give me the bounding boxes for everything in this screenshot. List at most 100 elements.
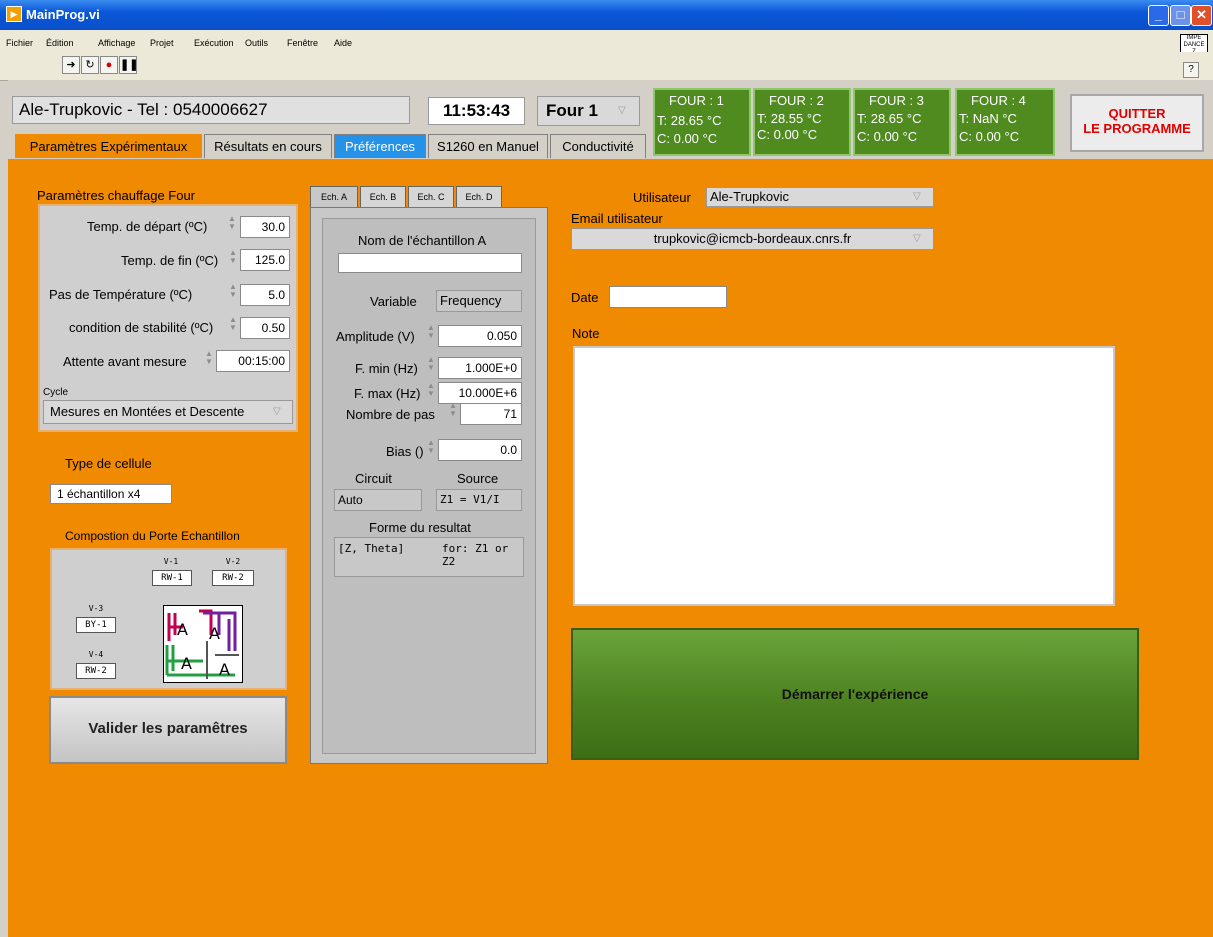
date-input[interactable]	[609, 286, 727, 308]
attente-input[interactable]: 00:15:00	[216, 350, 290, 372]
four-select-value: Four 1	[546, 101, 598, 120]
variable-label: Variable	[370, 294, 417, 309]
fmax-label: F. max (Hz)	[354, 386, 421, 401]
email-label: Email utilisateur	[571, 211, 663, 226]
run-continuously-icon[interactable]: ↻	[81, 56, 99, 74]
help-icon[interactable]: ?	[1183, 62, 1199, 78]
utilisateur-value: Ale-Trupkovic	[710, 189, 789, 204]
rw2b-box: RW-2	[76, 663, 116, 679]
tab-ech-d[interactable]: Ech. D	[456, 186, 502, 208]
forme-label: Forme du resultat	[369, 520, 471, 535]
tab-s1260-manuel[interactable]: S1260 en Manuel	[428, 134, 548, 158]
bias-input[interactable]: 0.0	[438, 439, 522, 461]
note-textarea[interactable]	[573, 346, 1115, 606]
increment-icon[interactable]: ▲ ▼	[449, 402, 457, 420]
menu-edition[interactable]: Édition	[46, 38, 74, 48]
v4-label: V-4	[88, 650, 104, 659]
menu-aide[interactable]: Aide	[334, 38, 352, 48]
tab-parametres-experimentaux[interactable]: Paramètres Expérimentaux	[15, 134, 202, 158]
demarrer-button[interactable]: Démarrer l'expérience	[571, 628, 1139, 760]
sample-holder-diagram-icon: A A A A	[163, 605, 243, 683]
abort-icon[interactable]: ●	[100, 56, 118, 74]
menu-fenetre[interactable]: Fenêtre	[287, 38, 318, 48]
nombre-pas-input[interactable]: 71	[460, 403, 522, 425]
circuit-label: Circuit	[355, 471, 392, 486]
stabilite-label: condition de stabilité (ºC)	[69, 320, 214, 335]
v1-label: V-1	[163, 557, 179, 566]
pas-temperature-label: Pas de Température (ºC)	[49, 287, 193, 302]
increment-icon[interactable]: ▲ ▼	[427, 439, 435, 457]
menu-execution[interactable]: Exécution	[194, 38, 234, 48]
four-status-4: FOUR : 4 T: NaN °C C: 0.00 °C	[955, 88, 1055, 156]
attente-label: Attente avant mesure	[63, 354, 187, 369]
window-title: MainProg.vi	[26, 7, 100, 22]
source-display: Z1 = V1/I	[436, 489, 522, 511]
temp-fin-label: Temp. de fin (ºC)	[121, 253, 219, 268]
four-status-2: FOUR : 2 T: 28.55 °C C: 0.00 °C	[753, 88, 851, 156]
v3-label: V-3	[88, 604, 104, 613]
menu-fichier[interactable]: Fichier	[6, 38, 33, 48]
chevron-down-icon: ▽	[913, 191, 921, 202]
cycle-label: Cycle	[43, 387, 69, 398]
tab-conductivite[interactable]: Conductivité	[550, 134, 646, 158]
increment-icon[interactable]: ▲ ▼	[229, 316, 237, 334]
amplitude-input[interactable]: 0.050	[438, 325, 522, 347]
tab-ech-b[interactable]: Ech. B	[360, 186, 406, 208]
tab-resultats-en-cours[interactable]: Résultats en cours	[204, 134, 332, 158]
increment-icon[interactable]: ▲ ▼	[427, 382, 435, 400]
menu-projet[interactable]: Projet	[150, 38, 174, 48]
four-conductivity: C: 0.00 °C	[657, 131, 718, 146]
quit-label-line2: LE PROGRAMME	[1083, 121, 1191, 136]
fmin-label: F. min (Hz)	[355, 361, 418, 376]
increment-icon[interactable]: ▲ ▼	[229, 249, 237, 267]
bias-label: Bias ()	[386, 444, 424, 459]
increment-icon[interactable]: ▲ ▼	[427, 356, 435, 374]
increment-icon[interactable]: ▲ ▼	[228, 215, 236, 233]
amplitude-label: Amplitude (V)	[336, 329, 415, 344]
tab-ech-a[interactable]: Ech. A	[310, 186, 358, 208]
temp-depart-input[interactable]: 30.0	[240, 216, 290, 238]
email-select[interactable]: trupkovic@icmcb-bordeaux.cnrs.fr ▽	[571, 228, 934, 250]
run-icon[interactable]: ➜	[62, 56, 80, 74]
fmin-input[interactable]: 1.000E+0	[438, 357, 522, 379]
v2-label: V-2	[225, 557, 241, 566]
quit-button[interactable]: QUITTER LE PROGRAMME	[1070, 94, 1204, 152]
variable-display: Frequency	[436, 290, 522, 312]
increment-icon[interactable]: ▲ ▼	[229, 283, 237, 301]
menu-affichage[interactable]: Affichage	[98, 38, 135, 48]
nom-echantillon-input[interactable]	[338, 253, 522, 273]
rw1-box: RW-1	[152, 570, 192, 586]
four-title: FOUR : 3	[869, 93, 924, 108]
svg-text:A: A	[209, 624, 220, 643]
user-display: Ale-Trupkovic - Tel : 0540006627	[12, 96, 410, 124]
four-title: FOUR : 1	[669, 93, 724, 108]
increment-icon[interactable]: ▲ ▼	[427, 324, 435, 342]
porte-title: Compostion du Porte Echantillon	[65, 529, 240, 543]
minimize-button[interactable]: _	[1148, 5, 1169, 26]
four-conductivity: C: 0.00 °C	[959, 129, 1020, 144]
pause-icon[interactable]: ❚❚	[119, 56, 138, 74]
cycle-select[interactable]: Mesures en Montées et Descente ▽	[43, 400, 293, 424]
tab-ech-c[interactable]: Ech. C	[408, 186, 454, 208]
close-button[interactable]: ✕	[1191, 5, 1212, 26]
menu-outils[interactable]: Outils	[245, 38, 268, 48]
four-select[interactable]: Four 1 ▽	[537, 96, 640, 126]
temp-depart-label: Temp. de départ (ºC)	[87, 219, 208, 234]
date-label: Date	[571, 290, 599, 305]
maximize-button[interactable]: □	[1170, 5, 1191, 26]
tab-preferences[interactable]: Préférences	[334, 134, 426, 158]
app-icon: ▶	[6, 6, 22, 22]
temp-fin-input[interactable]: 125.0	[240, 249, 290, 271]
forme-display: [Z, Theta] for: Z1 or Z2	[334, 537, 524, 577]
pas-temperature-input[interactable]: 5.0	[240, 284, 290, 306]
email-value: trupkovic@icmcb-bordeaux.cnrs.fr	[653, 231, 852, 246]
four-conductivity: C: 0.00 °C	[857, 129, 918, 144]
svg-text:A: A	[219, 660, 230, 679]
nom-echantillon-label: Nom de l'échantillon A	[358, 233, 487, 248]
stabilite-input[interactable]: 0.50	[240, 317, 290, 339]
quit-label-line1: QUITTER	[1108, 106, 1166, 121]
valider-button[interactable]: Valider les paramêtres	[49, 696, 287, 764]
utilisateur-select[interactable]: Ale-Trupkovic ▽	[706, 187, 934, 207]
increment-icon[interactable]: ▲ ▼	[205, 350, 213, 368]
four-conductivity: C: 0.00 °C	[757, 127, 818, 142]
